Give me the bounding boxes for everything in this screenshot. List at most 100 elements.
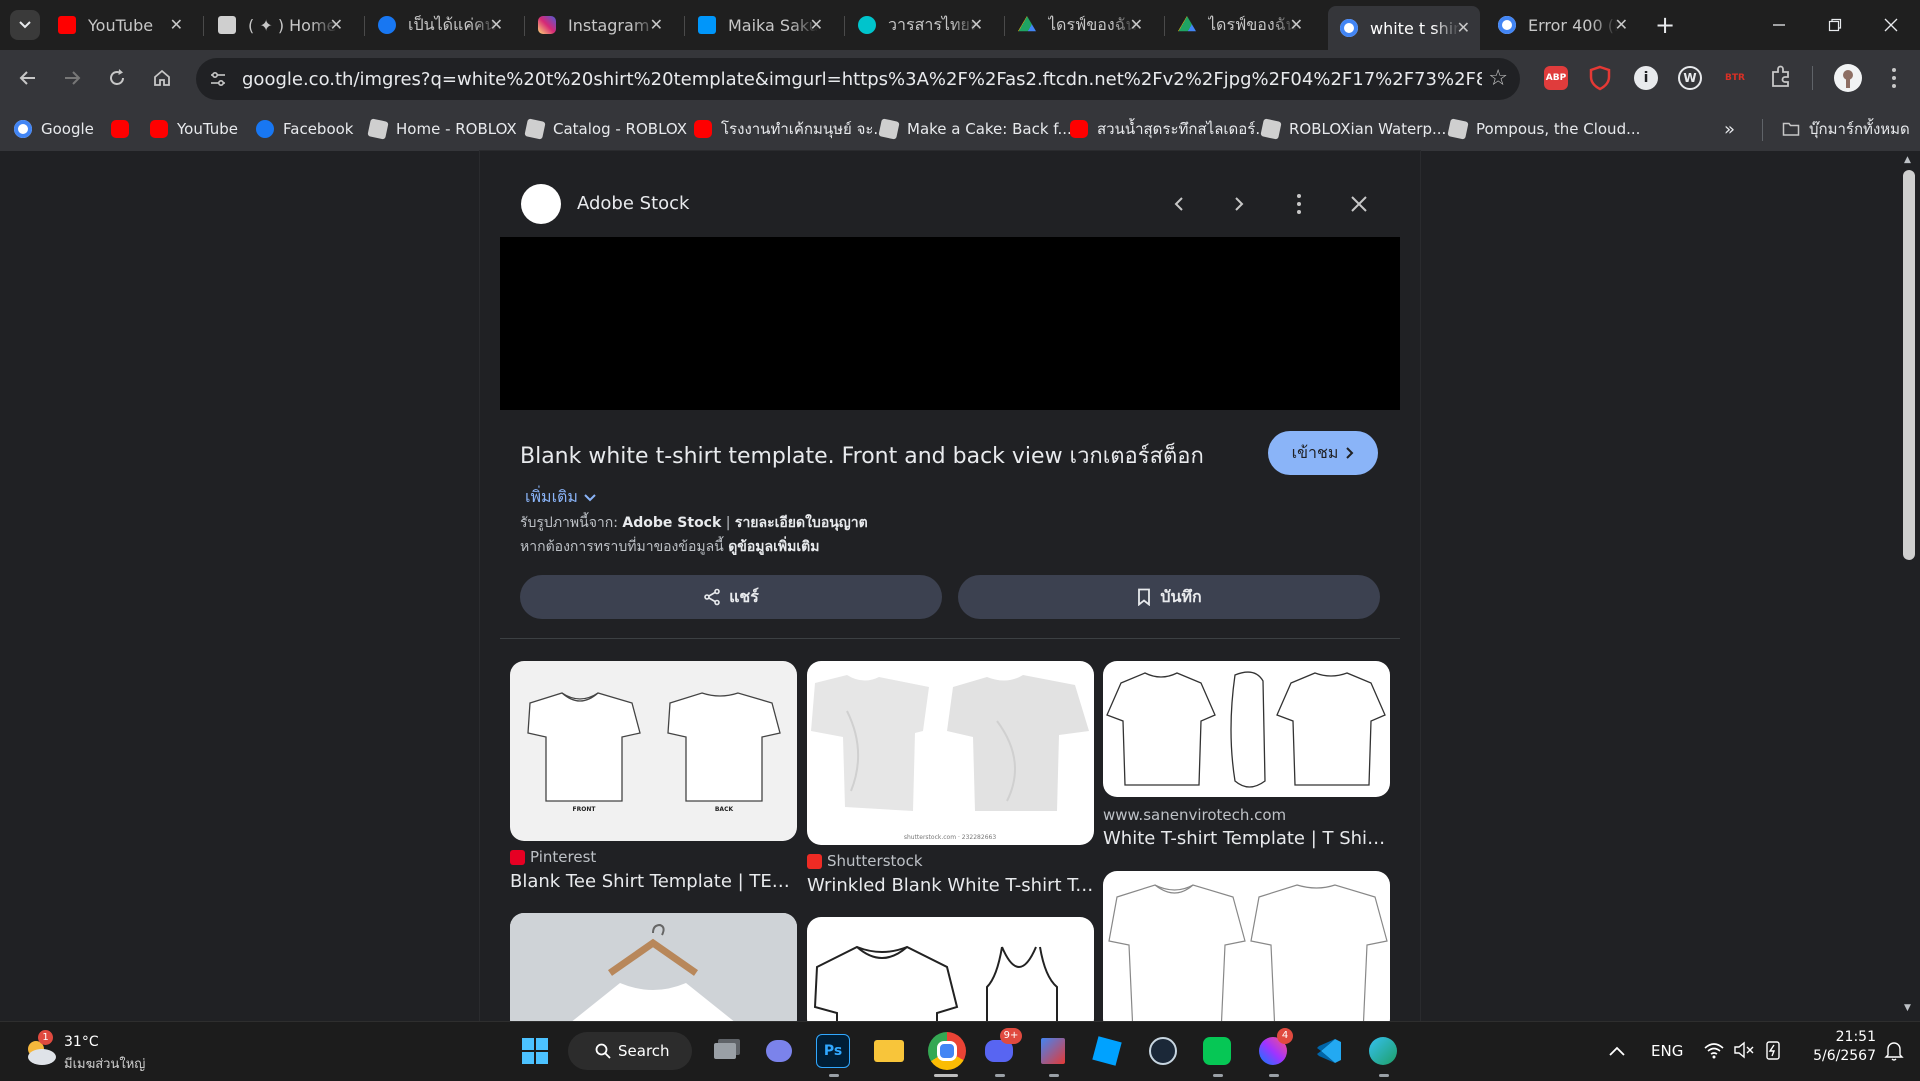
tab-facebook[interactable]: เป็นได้แค่คนนั้น ✕ <box>378 8 513 42</box>
visit-button[interactable]: เข้าชม <box>1268 431 1378 475</box>
reload-button[interactable] <box>103 64 131 92</box>
image-title[interactable]: Blank white t-shirt template. Front and … <box>520 438 1210 473</box>
related-source[interactable]: www.sanenvirotech.com <box>1103 806 1286 824</box>
tab-error-400[interactable]: Error 400 (Bad ✕ <box>1498 8 1638 42</box>
line-app-icon[interactable] <box>1200 1034 1234 1068</box>
bookmark-facebook[interactable]: Facebook <box>256 117 353 141</box>
battery-charging-icon[interactable] <box>1763 1039 1783 1061</box>
tab-pixiv[interactable]: Maika Sakuranomiya ✕ <box>698 8 833 42</box>
tab-google-images-active[interactable]: white t shirt ✕ <box>1328 6 1480 50</box>
main-image-preview[interactable] <box>500 237 1400 410</box>
new-tab-button[interactable]: + <box>1650 10 1680 40</box>
related-title[interactable]: Blank Tee Shirt Template | TEMPLATES EXA… <box>510 871 797 892</box>
related-image-card[interactable] <box>510 913 797 1033</box>
close-icon[interactable]: ✕ <box>810 15 823 34</box>
close-icon[interactable]: ✕ <box>1457 18 1470 37</box>
forward-button[interactable] <box>58 64 86 92</box>
extension-info-icon[interactable]: i <box>1634 66 1658 90</box>
extension-w-icon[interactable]: W <box>1678 66 1702 90</box>
scroll-up-icon[interactable]: ▲ <box>1904 155 1911 165</box>
task-view-icon[interactable] <box>708 1034 742 1068</box>
clock[interactable]: 21:51 5/6/2567 <box>1800 1029 1876 1064</box>
bookmark-youtube[interactable]: YouTube <box>150 117 238 141</box>
restore-button[interactable] <box>1820 12 1850 38</box>
steam-icon[interactable] <box>1146 1034 1180 1068</box>
close-icon[interactable]: ✕ <box>330 15 343 34</box>
back-button[interactable] <box>14 64 42 92</box>
photoshop-icon[interactable]: Ps <box>816 1034 850 1068</box>
paint-app-icon[interactable] <box>1036 1034 1070 1068</box>
license-details-link[interactable]: รายละเอียดใบอนุญาต <box>735 515 868 531</box>
bookmark-roblox-catalog[interactable]: Catalog - ROBLOX <box>524 117 687 141</box>
star-icon[interactable]: ☆ <box>1488 66 1508 91</box>
learn-more-link[interactable]: ดูข้อมูลเพิ่มเติม <box>728 539 819 555</box>
close-icon[interactable]: ✕ <box>1615 15 1628 34</box>
bookmark-roblox-home[interactable]: Home - ROBLOX <box>367 117 517 141</box>
tab-roblox-home[interactable]: ( ✦ ) Home ✕ <box>218 8 353 42</box>
ublock-shield-icon[interactable] <box>1588 65 1612 91</box>
extensions-puzzle-icon[interactable] <box>1768 64 1794 90</box>
tab-google-drive[interactable]: ไดรฟ์ของฉัน ✕ <box>1178 8 1313 42</box>
bookmark-google[interactable]: Google <box>14 117 94 141</box>
site-info-icon[interactable] <box>208 69 228 89</box>
close-viewer-button[interactable] <box>1344 189 1374 219</box>
start-button[interactable] <box>518 1034 552 1068</box>
related-source[interactable]: Pinterest <box>510 848 596 866</box>
related-image-card[interactable]: shutterstock.com · 232282663 <box>807 661 1094 845</box>
taskbar-search[interactable]: Search <box>568 1032 692 1070</box>
wifi-icon[interactable] <box>1703 1040 1725 1060</box>
extension-red-icon[interactable]: BTR <box>1722 70 1748 86</box>
share-button[interactable]: แชร์ <box>520 575 942 619</box>
weather-widget[interactable]: 1 31°C มีเมฆส่วนใหญ่ <box>20 1030 160 1074</box>
bookmark-youtube-cake-factory[interactable]: โรงงานทำเค้กมนุษย์ จะ... <box>694 117 888 141</box>
input-language[interactable]: ENG <box>1651 1042 1683 1060</box>
next-image-button[interactable] <box>1224 189 1254 219</box>
url-text[interactable]: google.co.th/imgres?q=white%20t%20shirt%… <box>242 69 1482 90</box>
more-options-button[interactable] <box>1284 189 1314 219</box>
close-window-button[interactable] <box>1876 12 1906 38</box>
adblock-plus-icon[interactable]: ABP <box>1544 66 1568 90</box>
tab-youtube[interactable]: YouTube ✕ <box>58 8 193 42</box>
related-title[interactable]: Wrinkled Blank White T-shirt Template <box>807 875 1094 896</box>
home-button[interactable] <box>148 64 176 92</box>
bookmark-make-a-cake[interactable]: Make a Cake: Back f... <box>878 117 1072 141</box>
scrollbar-thumb[interactable] <box>1903 170 1915 560</box>
show-hidden-icons-button[interactable] <box>1608 1042 1628 1062</box>
tab-google-drive[interactable]: ไดรฟ์ของฉัน ✕ <box>1018 8 1153 42</box>
scroll-down-icon[interactable]: ▼ <box>1904 1003 1911 1013</box>
related-title[interactable]: White T-shirt Template | T Shirt Design <box>1103 828 1390 849</box>
source-name[interactable]: Adobe Stock <box>577 193 689 214</box>
related-image-card[interactable] <box>807 917 1094 1033</box>
close-icon[interactable]: ✕ <box>650 15 663 34</box>
vscode-icon[interactable] <box>1312 1034 1346 1068</box>
teams-chat-icon[interactable] <box>762 1034 796 1068</box>
profile-avatar[interactable] <box>1834 64 1862 92</box>
bookmark-youtube-icon-only[interactable] <box>111 117 138 141</box>
close-icon[interactable]: ✕ <box>970 15 983 34</box>
close-icon[interactable]: ✕ <box>490 15 503 34</box>
edge-icon[interactable] <box>1366 1034 1400 1068</box>
save-button[interactable]: บันทึก <box>958 575 1380 619</box>
minimize-button[interactable] <box>1764 12 1794 38</box>
related-source[interactable]: Shutterstock <box>807 852 923 870</box>
chrome-menu-button[interactable] <box>1884 64 1904 92</box>
bookmark-youtube-waterpark[interactable]: สวนน้ำสุดระทึกสไลเดอร์... <box>1070 117 1270 141</box>
related-image-card[interactable]: FRONT BACK <box>510 661 797 841</box>
speaker-muted-icon[interactable] <box>1733 1040 1755 1060</box>
bookmark-robloxian-waterpark[interactable]: ROBLOXian Waterp... <box>1260 117 1446 141</box>
bookmark-pompous-the-cloud[interactable]: Pompous, the Cloud... <box>1447 117 1640 141</box>
all-bookmarks-button[interactable]: บุ๊กมาร์กทั้งหมด <box>1782 117 1910 141</box>
related-image-card[interactable] <box>1103 871 1390 1033</box>
close-icon[interactable]: ✕ <box>1290 15 1303 34</box>
related-image-card[interactable] <box>1103 661 1390 797</box>
close-icon[interactable]: ✕ <box>1130 15 1143 34</box>
roblox-studio-icon[interactable] <box>1090 1034 1124 1068</box>
notifications-bell-icon[interactable] <box>1884 1040 1904 1062</box>
tab-instagram[interactable]: Instagram ✕ <box>538 8 673 42</box>
address-bar[interactable]: google.co.th/imgres?q=white%20t%20shirt%… <box>196 58 1520 100</box>
file-explorer-icon[interactable] <box>872 1034 906 1068</box>
chrome-taskbar-icon[interactable] <box>928 1032 966 1070</box>
tab-canva[interactable]: วารสารไทยลงทะเบียน ✕ <box>858 8 993 42</box>
bookmarks-overflow-button[interactable]: » <box>1724 117 1735 141</box>
previous-image-button[interactable] <box>1164 189 1194 219</box>
